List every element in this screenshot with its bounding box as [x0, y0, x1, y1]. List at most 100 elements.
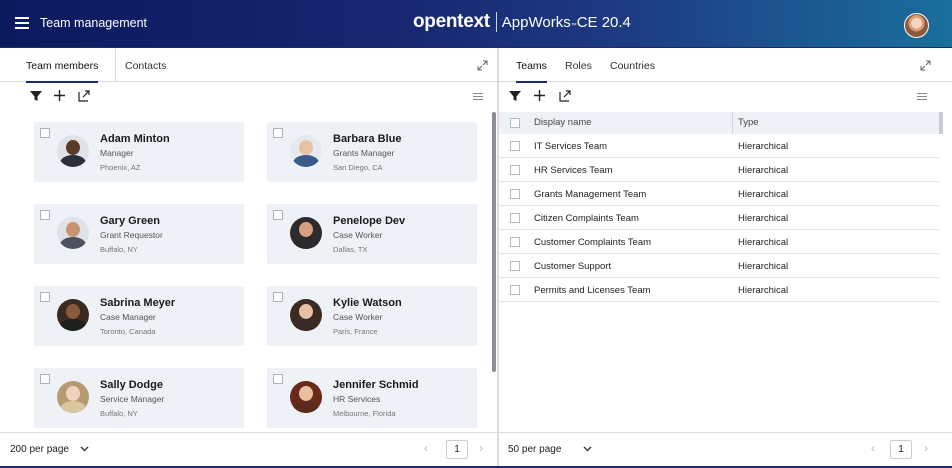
member-location: Buffalo, NY	[100, 245, 138, 254]
member-photo	[290, 217, 322, 249]
table-row[interactable]: Customer Support Hierarchical	[499, 254, 939, 278]
user-avatar[interactable]	[904, 13, 929, 38]
member-card[interactable]: Gary Green Grant Requestor Buffalo, NY	[34, 204, 244, 264]
list-view-icon[interactable]	[473, 93, 483, 101]
member-card[interactable]: Penelope Dev Case Worker Dallas, TX	[267, 204, 477, 264]
member-card[interactable]: Adam Minton Manager Phoenix, AZ	[34, 122, 244, 182]
per-page-select[interactable]: 50 per page	[508, 444, 561, 455]
row-checkbox[interactable]	[510, 165, 520, 175]
table-row[interactable]: IT Services Team Hierarchical	[499, 134, 939, 158]
member-location: Melbourne, Florida	[333, 409, 396, 418]
app-title: Team management	[40, 16, 148, 30]
previous-page-icon[interactable]: ‹	[871, 441, 875, 455]
previous-page-icon[interactable]: ‹	[424, 441, 428, 455]
column-divider[interactable]	[732, 112, 733, 134]
next-page-icon[interactable]: ›	[479, 441, 483, 455]
team-type: Hierarchical	[738, 285, 789, 296]
team-type: Hierarchical	[738, 261, 789, 272]
export-icon[interactable]	[559, 90, 571, 102]
member-checkbox[interactable]	[273, 128, 283, 138]
expand-icon[interactable]	[920, 60, 931, 71]
row-checkbox[interactable]	[510, 237, 520, 247]
column-header-type[interactable]: Type	[738, 117, 759, 128]
add-icon[interactable]	[534, 90, 545, 101]
tab-roles[interactable]: Roles	[565, 60, 592, 81]
add-icon[interactable]	[54, 90, 65, 101]
member-card[interactable]: Sally Dodge Service Manager Buffalo, NY	[34, 368, 244, 428]
member-photo	[57, 299, 89, 331]
left-toolbar	[0, 82, 497, 112]
member-card[interactable]: Kylie Watson Case Worker Paris, France	[267, 286, 477, 346]
page-number[interactable]: 1	[890, 440, 912, 459]
column-header-display-name[interactable]: Display name	[534, 117, 592, 128]
team-name: Permits and Licenses Team	[534, 285, 651, 296]
table-scrollbar[interactable]	[939, 112, 943, 134]
expand-icon[interactable]	[477, 60, 488, 71]
member-role: Grant Requestor	[100, 230, 163, 240]
opentext-logo: opentext	[413, 11, 490, 32]
member-card[interactable]: Sabrina Meyer Case Manager Toronto, Cana…	[34, 286, 244, 346]
member-checkbox[interactable]	[273, 292, 283, 302]
member-role: Case Worker	[333, 230, 383, 240]
member-checkbox[interactable]	[40, 128, 50, 138]
table-row[interactable]: Grants Management Team Hierarchical	[499, 182, 939, 206]
export-icon[interactable]	[78, 90, 90, 102]
cards-scrollbar[interactable]	[492, 112, 496, 372]
chevron-down-icon[interactable]	[80, 446, 89, 452]
member-name: Kylie Watson	[333, 297, 402, 309]
filter-icon[interactable]	[509, 90, 521, 102]
per-page-select[interactable]: 200 per page	[10, 444, 69, 455]
right-pagination: 50 per page ‹ 1 ›	[499, 432, 952, 466]
table-row[interactable]: Citizen Complaints Team Hierarchical	[499, 206, 939, 230]
next-page-icon[interactable]: ›	[924, 441, 928, 455]
team-type: Hierarchical	[738, 165, 789, 176]
team-name: IT Services Team	[534, 141, 608, 152]
member-role: Case Manager	[100, 312, 156, 322]
member-card[interactable]: Jennifer Schmid HR Services Melbourne, F…	[267, 368, 477, 428]
team-type: Hierarchical	[738, 237, 789, 248]
table-row[interactable]: HR Services Team Hierarchical	[499, 158, 939, 182]
member-location: San Diego, CA	[333, 163, 383, 172]
member-checkbox[interactable]	[40, 292, 50, 302]
page-number[interactable]: 1	[446, 440, 468, 459]
member-photo	[290, 135, 322, 167]
right-toolbar	[499, 82, 952, 112]
tab-teams[interactable]: Teams	[516, 60, 547, 83]
tab-countries[interactable]: Countries	[610, 60, 655, 81]
chevron-down-icon[interactable]	[583, 446, 592, 452]
team-members-panel: Team members Contacts Adam Minton Manage…	[0, 48, 497, 466]
member-checkbox[interactable]	[273, 374, 283, 384]
member-location: Phoenix, AZ	[100, 163, 141, 172]
member-checkbox[interactable]	[40, 374, 50, 384]
member-photo	[57, 381, 89, 413]
tab-contacts[interactable]: Contacts	[125, 60, 166, 81]
member-role: Manager	[100, 148, 134, 158]
row-checkbox[interactable]	[510, 141, 520, 151]
list-view-icon[interactable]	[917, 93, 927, 101]
team-type: Hierarchical	[738, 141, 789, 152]
row-checkbox[interactable]	[510, 285, 520, 295]
filter-icon[interactable]	[30, 90, 42, 102]
member-role: Service Manager	[100, 394, 165, 404]
table-row[interactable]: Permits and Licenses Team Hierarchical	[499, 278, 939, 302]
product-version: CE 20.4	[576, 14, 631, 31]
row-checkbox[interactable]	[510, 261, 520, 271]
hamburger-icon[interactable]	[15, 17, 29, 29]
member-location: Dallas, TX	[333, 245, 368, 254]
team-name: HR Services Team	[534, 165, 613, 176]
member-name: Barbara Blue	[333, 133, 402, 145]
select-all-checkbox[interactable]	[510, 118, 520, 128]
table-row[interactable]: Customer Complaints Team Hierarchical	[499, 230, 939, 254]
member-location: Buffalo, NY	[100, 409, 138, 418]
member-card[interactable]: Barbara Blue Grants Manager San Diego, C…	[267, 122, 477, 182]
team-member-cards: Adam Minton Manager Phoenix, AZ Barbara …	[0, 112, 497, 466]
row-checkbox[interactable]	[510, 213, 520, 223]
member-checkbox[interactable]	[40, 210, 50, 220]
member-checkbox[interactable]	[273, 210, 283, 220]
member-photo	[57, 217, 89, 249]
tab-team-members[interactable]: Team members	[26, 60, 99, 83]
brand-logo: opentext AppWorks ™ CE 20.4	[413, 11, 631, 33]
team-name: Customer Complaints Team	[534, 237, 652, 248]
row-checkbox[interactable]	[510, 189, 520, 199]
left-pagination: 200 per page ‹ 1 ›	[0, 432, 497, 466]
